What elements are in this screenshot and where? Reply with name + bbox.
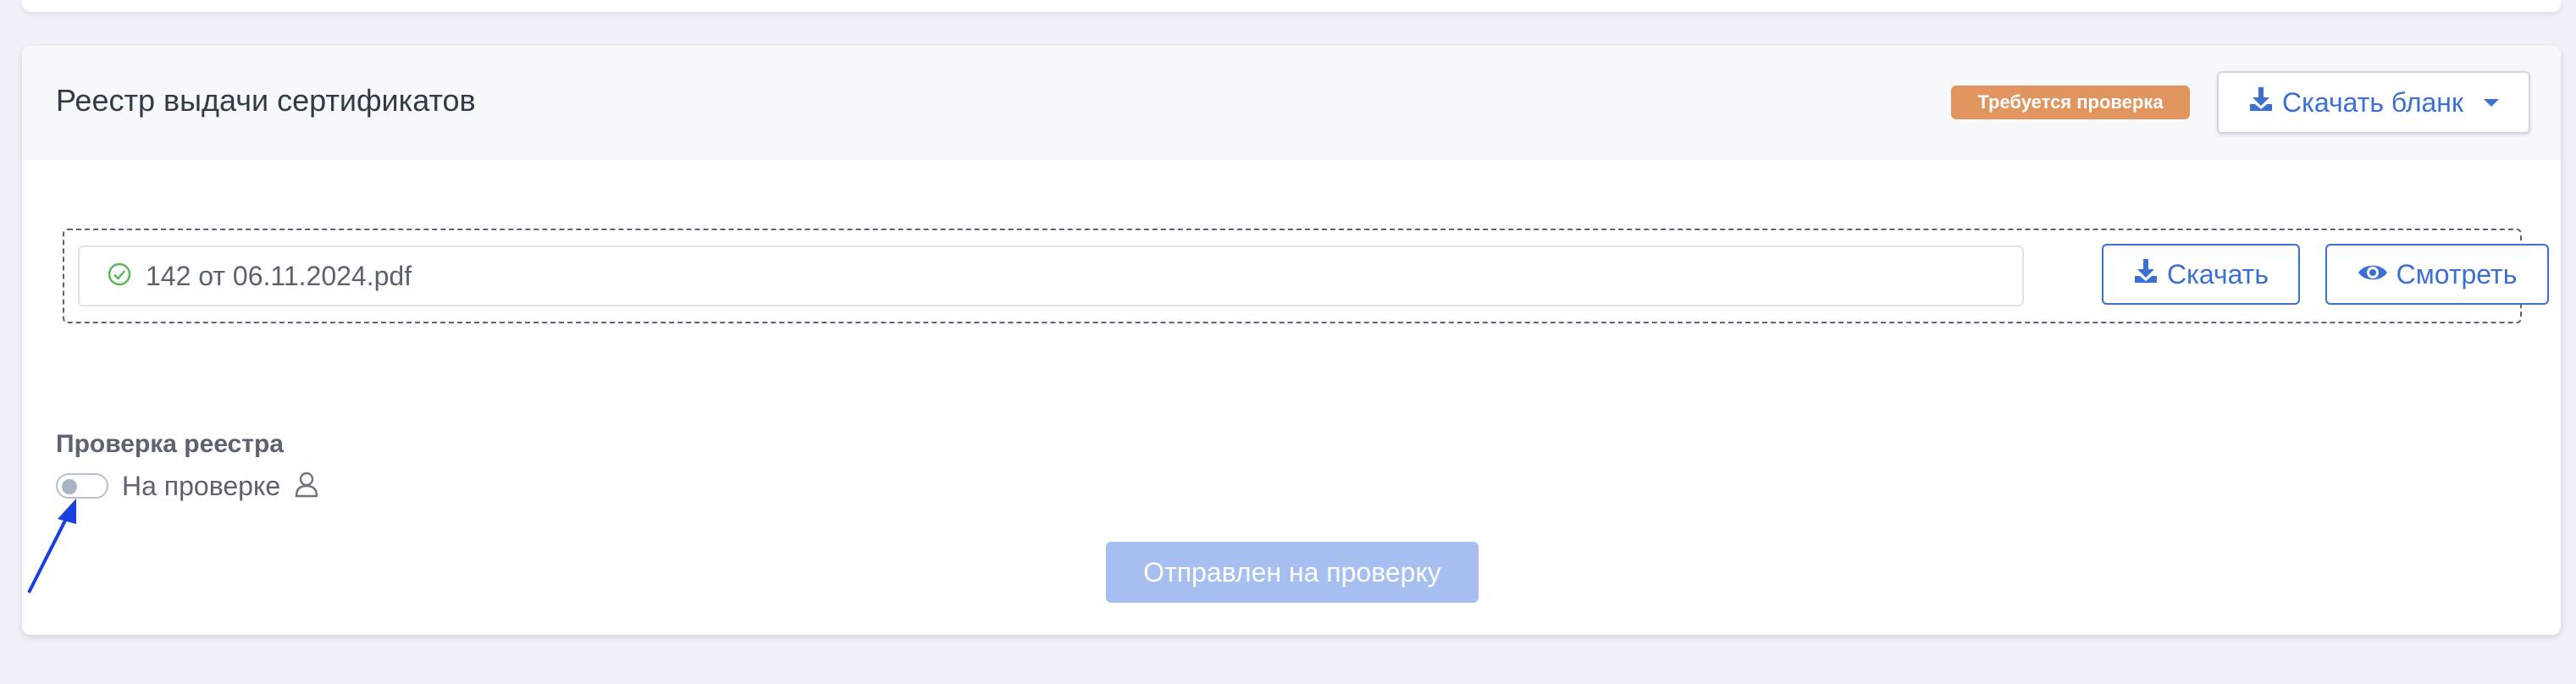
registry-card: Реестр выдачи сертификатов Требуется про… xyxy=(22,46,2561,635)
file-name: 142 от 06.11.2024.pdf xyxy=(146,260,412,291)
download-blank-button[interactable]: Скачать бланк xyxy=(2217,71,2530,134)
view-button[interactable]: Смотреть xyxy=(2325,244,2549,305)
download-icon xyxy=(2133,257,2159,291)
previous-card-edge xyxy=(22,0,2561,12)
download-label: Скачать xyxy=(2167,258,2269,290)
review-section-label: Проверка реестра xyxy=(56,430,284,458)
card-header: Реестр выдачи сертификатов Требуется про… xyxy=(22,46,2561,160)
file-row: 142 от 06.11.2024.pdf Скачать Смотреть xyxy=(63,229,2549,323)
check-circle-icon xyxy=(107,262,132,291)
file-field: 142 от 06.11.2024.pdf xyxy=(78,245,2024,306)
annotation-arrow xyxy=(27,499,76,593)
user-icon xyxy=(294,471,319,502)
toggle-knob xyxy=(62,479,77,494)
download-button[interactable]: Скачать xyxy=(2102,244,2300,305)
review-toggle-row: На проверке xyxy=(56,469,319,503)
download-icon xyxy=(2248,86,2274,119)
chevron-down-icon xyxy=(2483,98,2499,107)
submit-for-review-button[interactable]: Отправлен на проверку xyxy=(1106,542,1479,603)
card-title: Реестр выдачи сертификатов xyxy=(56,83,476,118)
review-toggle-label: На проверке xyxy=(122,470,281,501)
status-badge: Требуется проверка xyxy=(1951,86,2190,119)
download-blank-label: Скачать бланк xyxy=(2282,86,2463,118)
view-label: Смотреть xyxy=(2396,258,2518,290)
eye-icon xyxy=(2358,259,2388,290)
